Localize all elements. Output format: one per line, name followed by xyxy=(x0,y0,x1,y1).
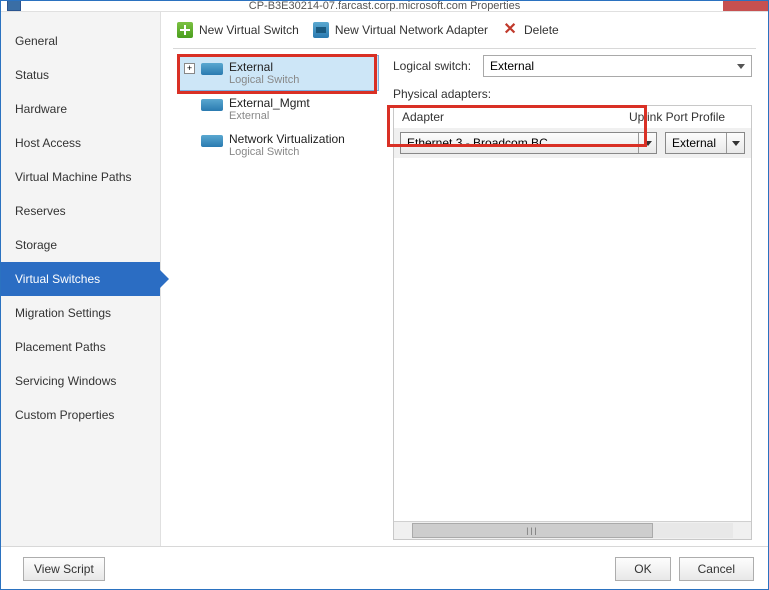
content-area: General Status Hardware Host Access Virt… xyxy=(1,12,768,546)
sidebar-item-placement-paths[interactable]: Placement Paths xyxy=(1,330,160,364)
cancel-button[interactable]: Cancel xyxy=(679,557,754,581)
sidebar-item-storage[interactable]: Storage xyxy=(1,228,160,262)
adapter-value: Ethernet 3 - Broadcom BC xyxy=(407,136,548,150)
titlebar: CP-B3E30214-07.farcast.corp.microsoft.co… xyxy=(1,1,768,12)
delete-button[interactable]: ✕ Delete xyxy=(498,20,563,40)
sidebar: General Status Hardware Host Access Virt… xyxy=(1,12,161,546)
switch-icon xyxy=(201,63,223,75)
tree-item-sub: External xyxy=(229,110,310,122)
footer: View Script OK Cancel xyxy=(1,546,768,590)
adapter-combo[interactable]: Ethernet 3 - Broadcom BC xyxy=(400,132,657,154)
switch-icon xyxy=(201,135,223,147)
sidebar-item-host-access[interactable]: Host Access xyxy=(1,126,160,160)
sidebar-item-migration[interactable]: Migration Settings xyxy=(1,296,160,330)
toolbar: New Virtual Switch New Virtual Network A… xyxy=(161,12,768,48)
adapter-icon xyxy=(313,22,329,38)
new-switch-label: New Virtual Switch xyxy=(199,23,299,37)
grid-row[interactable]: Ethernet 3 - Broadcom BC External xyxy=(394,128,751,158)
logical-switch-value: External xyxy=(490,59,534,73)
tree-item-network-virtualization[interactable]: Network Virtualization Logical Switch xyxy=(177,127,379,163)
chevron-down-icon[interactable] xyxy=(638,133,656,153)
sidebar-item-reserves[interactable]: Reserves xyxy=(1,194,160,228)
physical-adapters-grid: Adapter Uplink Port Profile Ethernet 3 -… xyxy=(393,105,752,540)
delete-label: Delete xyxy=(524,23,559,37)
switch-tree: + External Logical Switch External_Mgmt … xyxy=(173,49,383,546)
sidebar-item-hardware[interactable]: Hardware xyxy=(1,92,160,126)
new-adapter-label: New Virtual Network Adapter xyxy=(335,23,488,37)
logical-switch-row: Logical switch: External xyxy=(393,55,752,77)
app-icon xyxy=(7,1,21,11)
tree-item-external[interactable]: + External Logical Switch xyxy=(177,55,379,91)
details-panel: Logical switch: External Physical adapte… xyxy=(383,49,756,546)
sidebar-item-status[interactable]: Status xyxy=(1,58,160,92)
horizontal-scrollbar[interactable]: ||| xyxy=(394,521,751,539)
properties-window: CP-B3E30214-07.farcast.corp.microsoft.co… xyxy=(0,0,769,590)
view-script-button[interactable]: View Script xyxy=(23,557,105,581)
main-panel: New Virtual Switch New Virtual Network A… xyxy=(161,12,768,546)
tree-item-sub: Logical Switch xyxy=(229,74,299,86)
sidebar-item-vm-paths[interactable]: Virtual Machine Paths xyxy=(1,160,160,194)
tree-item-external-mgmt[interactable]: External_Mgmt External xyxy=(177,91,379,127)
close-icon[interactable] xyxy=(723,1,768,12)
sidebar-item-virtual-switches[interactable]: Virtual Switches xyxy=(1,262,160,296)
window-title: CP-B3E30214-07.farcast.corp.microsoft.co… xyxy=(1,1,768,12)
plus-icon xyxy=(177,22,193,38)
grid-body xyxy=(394,158,751,521)
logical-switch-dropdown[interactable]: External xyxy=(483,55,752,77)
grid-header: Adapter Uplink Port Profile xyxy=(394,106,751,128)
tree-item-title: Network Virtualization xyxy=(229,132,345,146)
sidebar-item-custom-properties[interactable]: Custom Properties xyxy=(1,398,160,432)
column-uplink[interactable]: Uplink Port Profile xyxy=(621,106,751,128)
logical-switch-label: Logical switch: xyxy=(393,59,471,73)
switch-icon xyxy=(201,99,223,111)
sidebar-item-general[interactable]: General xyxy=(1,24,160,58)
expand-icon[interactable]: + xyxy=(184,63,195,74)
new-virtual-switch-button[interactable]: New Virtual Switch xyxy=(173,20,303,40)
tree-item-title: External xyxy=(229,60,299,74)
chevron-down-icon[interactable] xyxy=(726,133,744,153)
sidebar-item-servicing-windows[interactable]: Servicing Windows xyxy=(1,364,160,398)
physical-adapters-label: Physical adapters: xyxy=(393,87,752,101)
new-virtual-adapter-button[interactable]: New Virtual Network Adapter xyxy=(309,20,492,40)
uplink-value: External xyxy=(672,136,716,150)
ok-button[interactable]: OK xyxy=(615,557,670,581)
main-body: + External Logical Switch External_Mgmt … xyxy=(173,48,756,546)
tree-item-sub: Logical Switch xyxy=(229,146,345,158)
column-adapter[interactable]: Adapter xyxy=(394,106,621,128)
delete-icon: ✕ xyxy=(502,22,518,38)
uplink-combo[interactable]: External xyxy=(665,132,745,154)
tree-item-title: External_Mgmt xyxy=(229,96,310,110)
